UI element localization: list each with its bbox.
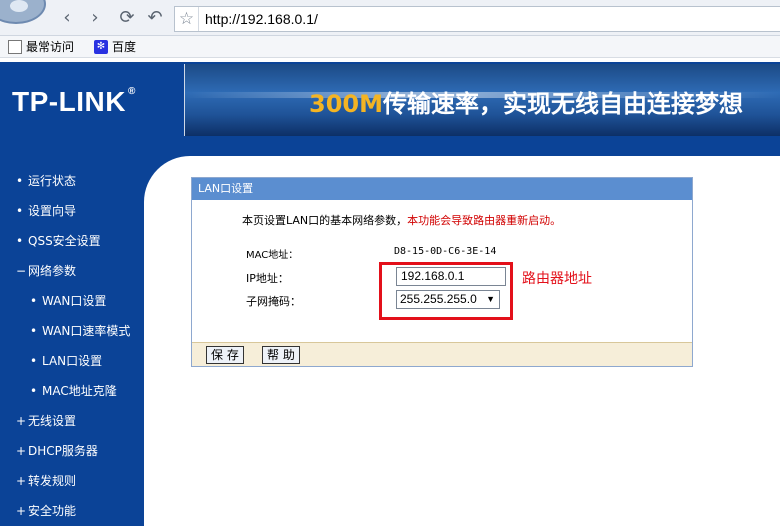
bookmark-baidu[interactable]: ✻ 百度 — [94, 39, 136, 55]
sidebar-item-wan-speed[interactable]: • WAN口速率模式 — [30, 321, 130, 341]
back-button[interactable]: ‹ — [56, 7, 78, 29]
bullet-icon: • — [30, 294, 38, 308]
bookmark-label: 百度 — [112, 40, 137, 54]
sidebar-item-wireless[interactable]: + 无线设置 — [16, 411, 76, 431]
ip-label: IP地址： — [246, 272, 289, 285]
slogan-text: 传输速率，实现无线自由连接梦想 — [382, 90, 743, 118]
sidebar-item-security[interactable]: + 安全功能 — [16, 501, 76, 521]
expand-icon: + — [16, 444, 27, 458]
brand-name: TP-LINK — [12, 86, 126, 117]
expand-icon: + — [16, 474, 27, 488]
sidebar-item-wan[interactable]: • WAN口设置 — [30, 291, 106, 311]
undo-close-tab-button[interactable]: ↶ — [144, 7, 166, 29]
bullet-icon: • — [16, 204, 24, 218]
mac-label: MAC地址： — [246, 250, 299, 261]
sidebar-item-forwarding[interactable]: + 转发规则 — [16, 471, 76, 491]
router-header: TP-LINK ® 300M传输速率，实现无线自由连接梦想 — [0, 62, 780, 138]
expand-icon: + — [16, 414, 27, 428]
sidebar-item-wizard[interactable]: • 设置向导 — [16, 201, 76, 221]
panel-description: 本页设置LAN口的基本网络参数，本功能会导致路由器重新启动。 — [242, 212, 561, 228]
registered-mark: ® — [127, 86, 136, 97]
bullet-icon: • — [30, 354, 38, 368]
slogan-highlight: 300M — [309, 90, 383, 118]
sidebar-item-lan[interactable]: • LAN口设置 — [30, 351, 102, 371]
bullet-icon: • — [30, 324, 38, 338]
button-bar: 保 存 帮 助 — [192, 342, 692, 366]
sidebar-item-label: LAN口设置 — [42, 354, 103, 368]
panel-title: LAN口设置 — [192, 178, 692, 200]
collapse-icon: − — [16, 264, 27, 278]
bullet-icon: • — [16, 174, 24, 188]
bullet-icon: • — [16, 234, 24, 248]
address-text[interactable]: http://192.168.0.1/ — [205, 11, 318, 27]
highlight-box — [379, 262, 513, 320]
address-bar[interactable]: ☆ http://192.168.0.1/ — [174, 6, 780, 32]
bookmarks-bar: 最常访问 ✻ 百度 — [0, 36, 780, 58]
browser-menu-button[interactable] — [0, 0, 46, 24]
sidebar-item-label: MAC地址克隆 — [42, 384, 117, 398]
folder-icon — [8, 40, 22, 54]
sidebar-item-label: 安全功能 — [28, 504, 77, 518]
star-icon[interactable]: ☆ — [175, 7, 199, 31]
expand-icon: + — [16, 504, 27, 518]
baidu-paw-icon: ✻ — [94, 40, 108, 54]
tplink-logo: TP-LINK ® — [12, 86, 136, 118]
mac-value: D8-15-0D-C6-3E-14 — [394, 246, 497, 257]
forward-button[interactable]: › — [84, 7, 106, 29]
reload-button[interactable]: ⟳ — [116, 7, 138, 29]
sidebar-item-label: 运行状态 — [28, 174, 77, 188]
sidebar-item-label: DHCP服务器 — [28, 444, 98, 458]
subnet-mask-label: 子网掩码： — [246, 295, 301, 308]
help-button[interactable]: 帮 助 — [262, 346, 300, 364]
header-underbar — [0, 138, 780, 156]
sidebar-item-label: WAN口设置 — [42, 294, 107, 308]
sidebar-item-dhcp[interactable]: + DHCP服务器 — [16, 441, 98, 461]
sidebar-item-label: 无线设置 — [28, 414, 77, 428]
router-address-annotation: 路由器地址 — [522, 271, 592, 287]
sidebar-item-qss[interactable]: • QSS安全设置 — [16, 231, 101, 251]
sidebar-item-network[interactable]: − 网络参数 — [16, 261, 76, 281]
restart-warning: 本功能会导致路由器重新启动。 — [407, 214, 562, 227]
bookmark-label: 最常访问 — [26, 40, 75, 54]
sidebar-item-label: 设置向导 — [28, 204, 77, 218]
sidebar-item-label: QSS安全设置 — [28, 234, 101, 248]
browser-toolbar: ‹ › ⟳ ↶ ☆ http://192.168.0.1/ — [0, 0, 780, 36]
sidebar-item-label: 网络参数 — [28, 264, 77, 278]
banner: 300M传输速率，实现无线自由连接梦想 — [184, 64, 780, 136]
sidebar-item-label: 转发规则 — [28, 474, 77, 488]
sidebar-item-status[interactable]: • 运行状态 — [16, 171, 76, 191]
sidebar-item-mac-clone[interactable]: • MAC地址克隆 — [30, 381, 117, 401]
bullet-icon: • — [30, 384, 38, 398]
description-text: 本页设置LAN口的基本网络参数， — [242, 214, 408, 227]
sidebar-item-label: WAN口速率模式 — [42, 324, 131, 338]
lan-settings-panel: LAN口设置 本页设置LAN口的基本网络参数，本功能会导致路由器重新启动。 MA… — [191, 177, 693, 367]
banner-slogan: 300M传输速率，实现无线自由连接梦想 — [309, 84, 743, 119]
save-button[interactable]: 保 存 — [206, 346, 244, 364]
bookmark-most-visited[interactable]: 最常访问 — [8, 39, 74, 55]
